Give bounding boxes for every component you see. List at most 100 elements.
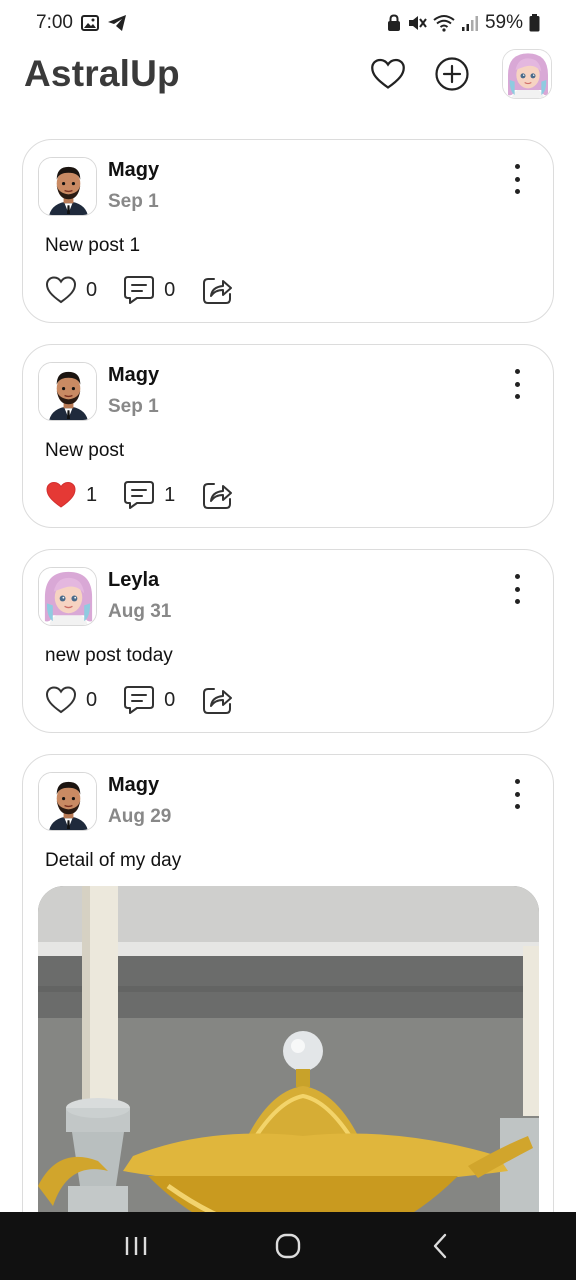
post-meta: Magy Aug 29: [108, 774, 171, 828]
comment-button[interactable]: 1: [123, 479, 175, 511]
system-nav-bar: [0, 1212, 576, 1280]
post-more-button[interactable]: [505, 369, 529, 399]
heart-icon: [45, 274, 77, 306]
more-dot: [514, 189, 520, 194]
like-count: 0: [86, 278, 98, 301]
post-date: Sep 1: [108, 396, 159, 417]
like-button[interactable]: 0: [45, 274, 97, 306]
post-date: Aug 29: [108, 806, 172, 827]
back-icon: [433, 1233, 447, 1259]
share-button[interactable]: [201, 479, 233, 511]
author-avatar[interactable]: [38, 567, 97, 626]
gallery-icon: [80, 15, 99, 31]
battery-percent: 59%: [484, 12, 523, 33]
share-icon: [201, 684, 233, 716]
post-date: Aug 31: [108, 601, 172, 622]
recents-button[interactable]: [116, 1226, 156, 1266]
post-card: Magy Sep 1 New post 1 1: [22, 344, 554, 528]
more-dot: [514, 369, 520, 374]
home-icon: [275, 1233, 301, 1259]
post-text: New post: [45, 440, 125, 461]
status-left: 7:00: [36, 12, 127, 34]
comment-count: 0: [164, 278, 176, 301]
app-title: AstralUp: [24, 53, 180, 94]
comment-count: 0: [164, 688, 176, 711]
more-dot: [514, 164, 520, 169]
home-button[interactable]: [268, 1226, 308, 1266]
comment-button[interactable]: 0: [123, 684, 175, 716]
like-button[interactable]: 1: [45, 479, 97, 511]
heart-filled-icon: [45, 479, 77, 511]
post-more-button[interactable]: [505, 574, 529, 604]
post-text: Detail of my day: [45, 850, 182, 871]
profile-avatar: [503, 50, 552, 99]
comment-icon: [123, 274, 155, 306]
post-header: Magy Sep 1: [38, 362, 538, 421]
notifications-heart-button[interactable]: [370, 56, 406, 92]
comment-icon: [123, 479, 155, 511]
post-author[interactable]: Magy: [108, 364, 159, 387]
post-more-button[interactable]: [505, 779, 529, 809]
post-text: new post today: [45, 645, 173, 666]
post-actions: 0 0: [45, 684, 538, 716]
recents-icon: [125, 1237, 147, 1255]
header-actions: [370, 49, 552, 99]
heart-icon: [45, 684, 77, 716]
status-right: 59%: [387, 12, 540, 34]
post-card: Leyla Aug 31 new post today 0 0: [22, 549, 554, 733]
comment-count: 1: [164, 483, 176, 506]
post-author[interactable]: Leyla: [108, 569, 171, 592]
signal-icon: [461, 14, 479, 32]
post-author[interactable]: Magy: [108, 159, 159, 182]
post-meta: Leyla Aug 31: [108, 569, 171, 623]
telegram-icon: [107, 14, 127, 32]
like-count: 0: [86, 688, 98, 711]
post-author[interactable]: Magy: [108, 774, 171, 797]
post-text: New post 1: [45, 235, 141, 256]
more-dot: [514, 599, 520, 604]
more-dot: [514, 381, 520, 387]
post-header: Magy Sep 1: [38, 157, 538, 216]
share-button[interactable]: [201, 274, 233, 306]
post-actions: 1 1: [45, 479, 538, 511]
more-dot: [514, 394, 520, 399]
more-dot: [514, 176, 520, 182]
post-feed[interactable]: Magy Sep 1 New post 1 0 0 Magy Sep 1 New…: [22, 139, 554, 1280]
share-icon: [201, 274, 233, 306]
post-header: Leyla Aug 31: [38, 567, 538, 626]
comment-icon: [123, 684, 155, 716]
male-avatar-icon: [39, 773, 97, 831]
comment-button[interactable]: 0: [123, 274, 175, 306]
post-card: Magy Sep 1 New post 1 0 0: [22, 139, 554, 323]
post-header: Magy Aug 29: [38, 772, 538, 831]
back-button[interactable]: [420, 1226, 460, 1266]
author-avatar[interactable]: [38, 362, 97, 421]
female-avatar-icon: [39, 568, 97, 626]
wifi-icon: [433, 14, 455, 32]
more-dot: [514, 791, 520, 797]
status-time: 7:00: [36, 12, 73, 33]
like-count: 1: [86, 483, 98, 506]
app-header: AstralUp: [0, 46, 576, 102]
author-avatar[interactable]: [38, 772, 97, 831]
lock-icon: [387, 14, 401, 32]
post-actions: 0 0: [45, 274, 538, 306]
post-meta: Magy Sep 1: [108, 364, 159, 418]
share-icon: [201, 479, 233, 511]
share-button[interactable]: [201, 684, 233, 716]
like-button[interactable]: 0: [45, 684, 97, 716]
author-avatar[interactable]: [38, 157, 97, 216]
male-avatar-icon: [39, 158, 97, 216]
post-date: Sep 1: [108, 191, 159, 212]
post-card: Magy Aug 29 Detail of my day: [22, 754, 554, 1263]
more-dot: [514, 779, 520, 784]
battery-icon: [529, 14, 540, 32]
post-image[interactable]: [38, 886, 539, 1246]
more-dot: [514, 574, 520, 579]
heart-icon: [371, 58, 405, 89]
add-post-button[interactable]: [434, 56, 470, 92]
post-more-button[interactable]: [505, 164, 529, 194]
profile-avatar-button[interactable]: [502, 49, 552, 99]
mute-icon: [407, 14, 427, 32]
post-meta: Magy Sep 1: [108, 159, 159, 213]
